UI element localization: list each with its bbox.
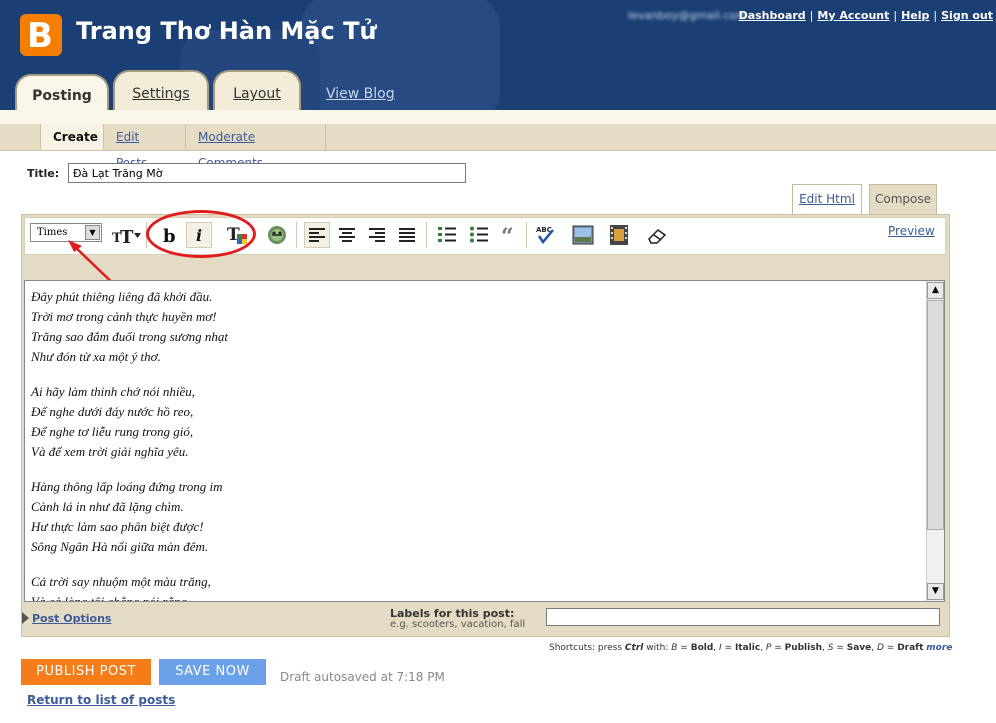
poem-line: Cành lá in như đã lặng chìm. xyxy=(31,499,184,514)
subtab-edit-posts[interactable]: Edit Posts xyxy=(104,124,186,170)
publish-post-button[interactable]: PUBLISH POST xyxy=(21,659,151,685)
save-now-button[interactable]: SAVE NOW xyxy=(159,659,266,685)
blogger-header: B Trang Thơ Hàn Mặc Tử levanboy@gmail.co… xyxy=(0,0,996,120)
bullet-list-icon[interactable] xyxy=(466,222,492,248)
post-title-input[interactable] xyxy=(68,163,466,183)
tab-compose[interactable]: Compose xyxy=(869,184,937,214)
poem-line: Và để xem trời giải nghĩa yêu. xyxy=(31,444,189,459)
image-icon[interactable] xyxy=(570,222,596,248)
post-options-link[interactable]: Post Options xyxy=(32,612,111,625)
poem-line: Và cả lòng tôi chẳng nói rằng. xyxy=(31,594,191,602)
poem-stanza: Cả trời say nhuộm một màu trăng, Và cả lò… xyxy=(31,572,911,602)
poem-stanza: Hàng thông lấp loáng đứng trong im Cành l… xyxy=(31,477,911,557)
tab-posting[interactable]: Posting xyxy=(15,74,109,110)
spellcheck-icon[interactable]: ABC xyxy=(532,222,558,248)
shortcuts-hint: Shortcuts: press Ctrl with: B = Bold, I … xyxy=(549,643,953,653)
poem-line: Ai hãy làm thinh chớ nói nhiều, xyxy=(31,384,195,399)
post-body-text[interactable]: Đây phút thiêng liêng đã khởi đầu. Trời m… xyxy=(31,287,911,602)
subtab-create[interactable]: Create xyxy=(40,124,104,150)
triangle-right-icon[interactable] xyxy=(22,612,29,624)
top-navigation: Dashboard | My Account | Help | Sign out xyxy=(738,9,993,22)
poem-line: Để nghe tơ liễu rung trong gió, xyxy=(31,424,194,439)
toolbar-separator xyxy=(296,222,297,248)
poem-line: Cả trời say nhuộm một màu trăng, xyxy=(31,574,211,589)
video-icon[interactable] xyxy=(606,222,632,248)
poem-line: Hư thực làm sao phân biệt được! xyxy=(31,519,204,534)
tab-band xyxy=(0,110,996,124)
poem-stanza: Đây phút thiêng liêng đã khởi đầu. Trời m… xyxy=(31,287,911,367)
poem-line: Trời mơ trong cảnh thực huyền mơ! xyxy=(31,309,217,324)
poem-line: Hàng thông lấp loáng đứng trong im xyxy=(31,479,223,494)
more-shortcuts-link[interactable]: more xyxy=(926,643,952,653)
sign-out-link[interactable]: Sign out xyxy=(941,9,993,22)
labels-row: Post Options Labels for this post: e.g. … xyxy=(22,604,948,634)
justify-icon[interactable] xyxy=(394,222,420,248)
user-email: levanboy@gmail.com xyxy=(628,9,747,22)
align-center-icon[interactable] xyxy=(334,222,360,248)
blog-title: Trang Thơ Hàn Mặc Tử xyxy=(76,17,377,45)
poem-stanza: Ai hãy làm thinh chớ nói nhiều, Để nghe d… xyxy=(31,382,911,462)
dashboard-link[interactable]: Dashboard xyxy=(739,9,806,22)
title-label: Title: xyxy=(27,167,60,180)
poem-line: Trăng sao đắm đuối trong sương nhạt xyxy=(31,329,229,344)
svg-text:“: “ xyxy=(501,224,514,248)
annotation-circle xyxy=(146,210,256,258)
preview-link[interactable]: Preview xyxy=(888,224,935,238)
labels-input[interactable] xyxy=(546,608,940,626)
scroll-down-icon[interactable]: ▼ xyxy=(927,583,944,600)
blogger-logo-icon[interactable]: B xyxy=(20,14,62,56)
vertical-scrollbar[interactable]: ▲ ▼ xyxy=(926,281,944,601)
post-body-editor[interactable]: Đây phút thiêng liêng đã khởi đầu. Trời m… xyxy=(24,280,945,602)
subtab-moderate-comments[interactable]: Moderate Comments xyxy=(186,124,326,170)
labels-hint: e.g. scooters, vacation, fall xyxy=(390,619,526,630)
sub-navigation: Create Edit Posts Moderate Comments xyxy=(0,124,996,170)
toolbar-separator xyxy=(426,222,427,248)
align-right-icon[interactable] xyxy=(364,222,390,248)
align-left-icon[interactable] xyxy=(304,222,330,248)
tab-edit-html[interactable]: Edit Html xyxy=(792,184,862,214)
scroll-thumb[interactable] xyxy=(927,300,944,530)
help-link[interactable]: Help xyxy=(901,9,929,22)
autosave-status: Draft autosaved at 7:18 PM xyxy=(280,670,445,684)
my-account-link[interactable]: My Account xyxy=(817,9,889,22)
tab-settings[interactable]: Settings xyxy=(113,70,209,110)
return-to-posts-link[interactable]: Return to list of posts xyxy=(27,693,175,707)
poem-line: Đây phút thiêng liêng đã khởi đầu. xyxy=(31,289,213,304)
view-blog-link[interactable]: View Blog xyxy=(326,86,395,102)
poem-line: Như đón từ xa một ý thơ. xyxy=(31,349,161,364)
numbered-list-icon[interactable] xyxy=(434,222,460,248)
tab-layout[interactable]: Layout xyxy=(213,70,301,110)
poem-line: Để nghe dưới đáy nước hồ reo, xyxy=(31,404,194,419)
toolbar-separator xyxy=(526,222,527,248)
blockquote-icon[interactable]: “ xyxy=(497,222,523,250)
scroll-up-icon[interactable]: ▲ xyxy=(927,282,944,299)
poem-line: Sông Ngân Hà nổi giữa màn đêm. xyxy=(31,539,209,554)
link-icon[interactable] xyxy=(264,222,290,248)
remove-format-icon[interactable] xyxy=(644,222,670,248)
